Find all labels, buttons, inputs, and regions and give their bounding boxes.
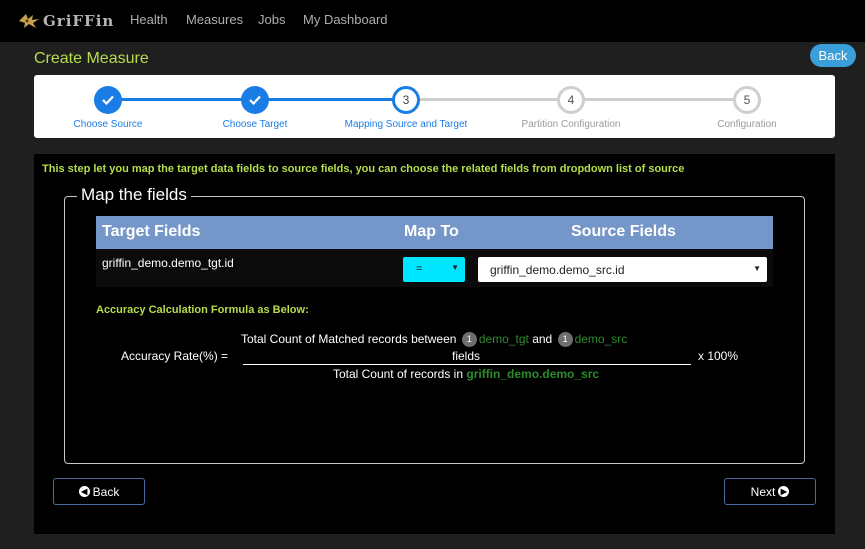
griffin-logo-icon — [19, 14, 39, 28]
checkmark-icon — [249, 95, 261, 105]
step-3-circle[interactable]: 3 — [392, 86, 420, 114]
next-button-label: Next — [750, 484, 776, 499]
target-count-badge: 1 — [461, 332, 477, 348]
and-text: and — [532, 332, 553, 346]
step-5-circle[interactable]: 5 — [733, 86, 761, 114]
step-1-circle[interactable] — [94, 86, 122, 114]
arrow-left-circle-icon: ◀ — [78, 486, 90, 497]
numerator-suffix: fields — [451, 349, 480, 363]
target-name: demo_tgt — [478, 332, 529, 346]
map-operator-select[interactable]: = ▼ — [403, 257, 465, 282]
step-2-label: Choose Target — [222, 119, 288, 130]
map-fields-fieldset: Map the fields Target Fields Map To Sour… — [64, 185, 805, 464]
formula-denominator: Total Count of records in griffin_demo.d… — [241, 367, 691, 381]
step-3-label: Mapping Source and Target — [344, 119, 468, 130]
nav-jobs[interactable]: Jobs — [258, 12, 285, 27]
source-count-badge: 1 — [557, 332, 573, 348]
table-row: griffin_demo.demo_tgt.id = ▼ griffin_dem… — [96, 249, 773, 287]
mapping-table-header: Target Fields Map To Source Fields — [96, 216, 773, 249]
formula-lhs: Accuracy Rate(%) = — [121, 349, 229, 363]
back-button[interactable]: ◀ Back — [53, 478, 145, 505]
header-map-to: Map To — [404, 223, 459, 240]
step-4-circle[interactable]: 4 — [557, 86, 585, 114]
source-field-select[interactable]: griffin_demo.demo_src.id ▼ — [478, 257, 767, 282]
header-source-fields: Source Fields — [571, 223, 676, 240]
map-operator-value: = — [416, 263, 423, 275]
formula-title: Accuracy Calculation Formula as Below: — [96, 304, 309, 316]
instruction-text: This step let you map the target data fi… — [42, 163, 685, 175]
fraction-bar — [243, 364, 691, 365]
next-button[interactable]: Next ▶ — [724, 478, 816, 505]
fieldset-legend: Map the fields — [77, 185, 191, 205]
page-title: Create Measure — [34, 50, 149, 67]
formula-numerator: Total Count of Matched records between 1… — [241, 332, 691, 348]
source-field-value: griffin_demo.demo_src.id — [490, 263, 625, 277]
back-button-label: Back — [92, 484, 120, 499]
navbar: GriFFin Health Measures Jobs My Dashboar… — [0, 0, 865, 42]
source-name: demo_src — [574, 332, 628, 346]
back-button-top[interactable]: Back — [810, 44, 856, 67]
step-1-label: Choose Source — [73, 119, 143, 130]
caret-down-icon: ▼ — [451, 263, 459, 272]
mapping-panel: This step let you map the target data fi… — [34, 154, 835, 534]
nav-my-dashboard[interactable]: My Dashboard — [303, 12, 388, 27]
step-4-label: Partition Configuration — [521, 119, 621, 130]
formula-multiplier: x 100% — [698, 349, 739, 363]
header-target-fields: Target Fields — [102, 223, 201, 240]
arrow-right-circle-icon: ▶ — [778, 486, 790, 497]
denominator-prefix: Total Count of records in — [332, 367, 464, 381]
checkmark-icon — [102, 95, 114, 105]
step-wizard: 3 4 5 Choose Source Choose Target Mappin… — [34, 75, 835, 138]
nav-health[interactable]: Health — [130, 12, 168, 27]
step-2-circle[interactable] — [241, 86, 269, 114]
target-field-cell: griffin_demo.demo_tgt.id — [102, 256, 234, 270]
nav-measures[interactable]: Measures — [186, 12, 243, 27]
numerator-prefix: Total Count of Matched records between — [241, 332, 457, 346]
denominator-source: griffin_demo.demo_src — [466, 367, 600, 381]
caret-down-icon: ▼ — [753, 264, 761, 273]
brand-name: GriFFin — [43, 12, 115, 30]
step-5-label: Configuration — [717, 119, 777, 130]
brand-logo[interactable]: GriFFin — [18, 8, 114, 34]
